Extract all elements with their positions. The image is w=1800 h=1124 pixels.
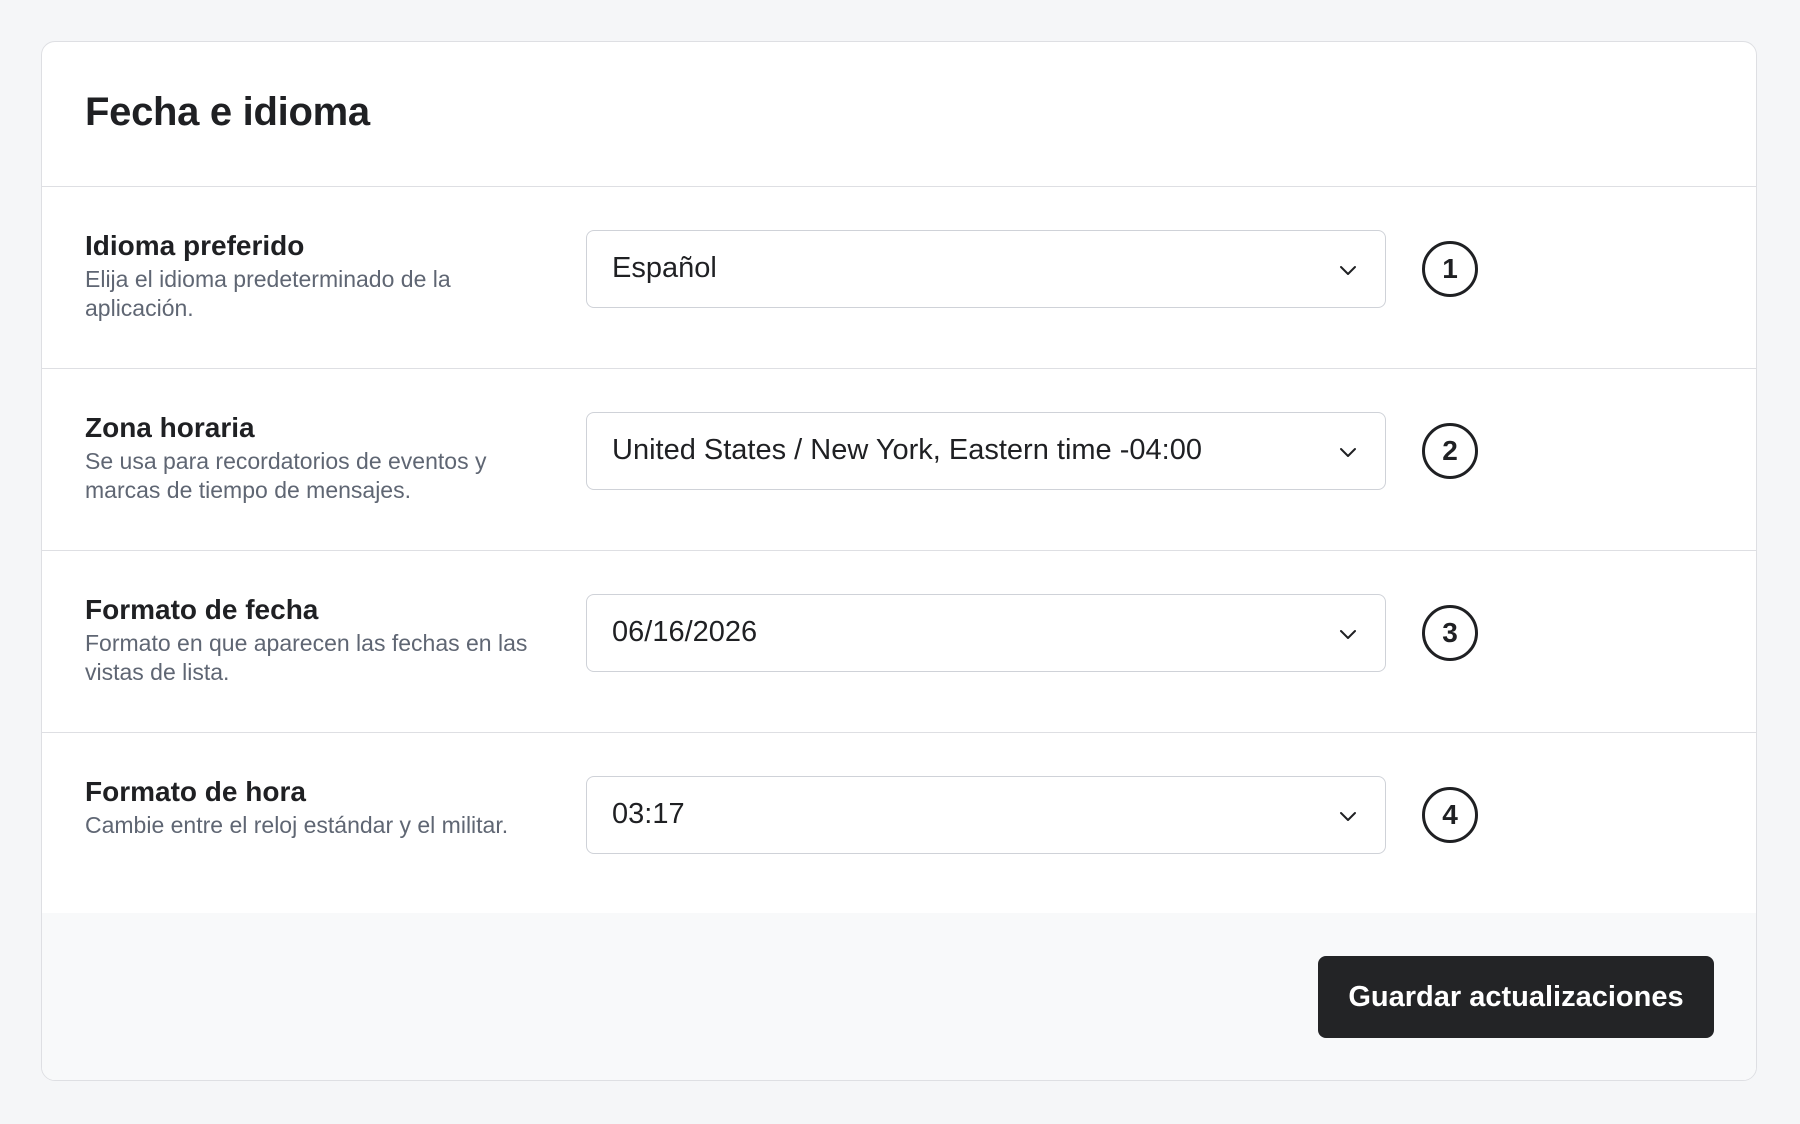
setting-label: Idioma preferido <box>85 230 305 261</box>
select-value: United States / New York, Eastern time -… <box>612 434 1202 466</box>
select-value: Español <box>612 252 717 284</box>
setting-label-block: Zona horaria Se usa para recordatorios d… <box>85 411 555 505</box>
chevron-down-icon <box>1340 448 1356 457</box>
date-format-select[interactable]: 06/16/2026 <box>586 594 1386 672</box>
card-header: Fecha e idioma <box>42 42 1756 187</box>
setting-row-language: Idioma preferido Elija el idioma predete… <box>42 187 1756 369</box>
step-badge: 4 <box>1422 787 1478 843</box>
setting-description: Cambie entre el reloj estándar y el mili… <box>85 812 509 838</box>
setting-row-timezone: Zona horaria Se usa para recordatorios d… <box>42 369 1756 551</box>
chevron-down-icon <box>1340 630 1356 639</box>
chevron-down-icon <box>1340 812 1356 821</box>
setting-label-block: Formato de hora Cambie entre el reloj es… <box>85 775 555 840</box>
setting-row-time-format: Formato de hora Cambie entre el reloj es… <box>42 733 1756 915</box>
time-format-select[interactable]: 03:17 <box>586 776 1386 854</box>
section-title: Fecha e idioma <box>85 89 370 134</box>
setting-row-date-format: Formato de fecha Formato en que aparecen… <box>42 551 1756 733</box>
setting-description: Formato en que aparecen las fechas en la… <box>85 630 528 685</box>
settings-card: Fecha e idioma Idioma preferido Elija el… <box>41 41 1757 1081</box>
chevron-down-icon <box>1340 266 1356 275</box>
setting-label-block: Idioma preferido Elija el idioma predete… <box>85 229 555 323</box>
setting-description: Elija el idioma predeterminado de la apl… <box>85 266 451 321</box>
setting-label-block: Formato de fecha Formato en que aparecen… <box>85 593 555 687</box>
timezone-select[interactable]: United States / New York, Eastern time -… <box>586 412 1386 490</box>
save-updates-button[interactable]: Guardar actualizaciones <box>1318 956 1714 1038</box>
language-select[interactable]: Español <box>586 230 1386 308</box>
setting-description: Se usa para recordatorios de eventos y m… <box>85 448 487 503</box>
step-badge: 2 <box>1422 423 1478 479</box>
setting-label: Formato de hora <box>85 776 306 807</box>
setting-label: Zona horaria <box>85 412 255 443</box>
card-footer: Guardar actualizaciones <box>42 913 1756 1080</box>
select-value: 03:17 <box>612 798 685 830</box>
step-badge: 3 <box>1422 605 1478 661</box>
setting-label: Formato de fecha <box>85 594 319 625</box>
select-value: 06/16/2026 <box>612 616 758 648</box>
step-badge: 1 <box>1422 241 1478 297</box>
